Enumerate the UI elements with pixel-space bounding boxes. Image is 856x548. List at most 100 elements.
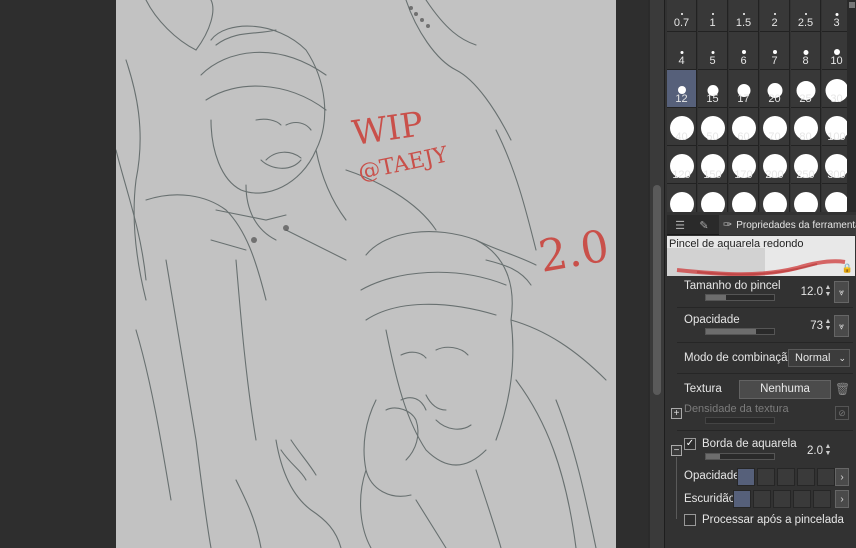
texture-density-dynamics-button[interactable]: ⊘	[835, 406, 849, 420]
version-annotation: 2.0	[535, 220, 613, 282]
artboard[interactable]: WIP @TAEJY 2.0	[116, 0, 616, 548]
brush-size-preset[interactable]: 17	[729, 70, 759, 108]
brush-size-preset[interactable]: 60	[729, 108, 759, 146]
brush-size-scroll-thumb[interactable]	[849, 2, 855, 8]
brush-dot-icon	[669, 192, 694, 212]
blend-mode-label: Modo de combinação	[684, 352, 794, 364]
brush-dot-icon	[711, 50, 714, 54]
watercolor-edge-value[interactable]: 2.0	[791, 445, 823, 457]
brush-size-preset[interactable]: 25	[791, 70, 821, 108]
brush-size-preset[interactable]: 250	[791, 146, 821, 184]
edge-darkness-step[interactable]	[773, 490, 791, 508]
brush-dot-icon	[711, 13, 714, 15]
canvas-vertical-scrollbar[interactable]	[650, 0, 664, 548]
brush-size-preset[interactable]: 6	[729, 32, 759, 70]
brush-size-preset[interactable]: 170	[729, 146, 759, 184]
canvas-scroll-thumb[interactable]	[653, 185, 661, 395]
brush-size-label: 40	[675, 131, 688, 143]
watercolor-edge-label: Borda de aquarela	[702, 438, 797, 450]
trash-icon[interactable]: 🗑	[835, 382, 850, 396]
brush-size-preset[interactable]: 70	[760, 108, 790, 146]
canvas-area[interactable]: WIP @TAEJY 2.0	[0, 0, 648, 548]
brush-size-preset[interactable]: 120	[667, 146, 697, 184]
brush-size-preset[interactable]: 2	[760, 0, 790, 32]
edge-darkness-selector[interactable]	[733, 490, 833, 508]
opacity-dynamics-button[interactable]: ⩔	[834, 315, 849, 337]
brush-dot-icon	[700, 192, 725, 212]
brush-size-preset[interactable]: 0.7	[667, 0, 697, 32]
opacity-value[interactable]: 73	[791, 320, 823, 332]
texture-select-button[interactable]: Nenhuma	[739, 380, 831, 399]
brush-size-preset[interactable]	[698, 184, 728, 212]
pen-tab-icon[interactable]: ✎	[693, 217, 715, 233]
watercolor-edge-slider[interactable]	[705, 453, 775, 460]
opacity-slider[interactable]	[705, 328, 775, 335]
app-window: WIP @TAEJY 2.0 0.7 1 1.5 2 2.5 3 4 5 6 7 8 10 12 15 17…	[0, 0, 856, 548]
brush-size-label: 8	[802, 55, 809, 67]
brush-size-preset[interactable]: 12	[667, 70, 697, 108]
edge-opacity-step[interactable]	[777, 468, 795, 486]
chevron-right-icon[interactable]: ›	[835, 490, 849, 508]
brush-dot-icon	[803, 49, 808, 55]
brush-dot-icon	[804, 13, 807, 15]
edge-darkness-step[interactable]	[813, 490, 831, 508]
brush-size-preset[interactable]	[760, 184, 790, 212]
chevron-right-icon[interactable]: ›	[835, 468, 849, 486]
brush-size-preset[interactable]: 4	[667, 32, 697, 70]
brush-size-preset[interactable]: 8	[791, 32, 821, 70]
brush-size-dynamics-button[interactable]: ⩔	[834, 281, 849, 303]
watercolor-edge-spinner[interactable]: ▲ ▼	[823, 443, 833, 459]
brush-size-slider[interactable]	[705, 294, 775, 301]
wip-annotation: WIP	[350, 104, 426, 154]
brush-dot-icon	[835, 12, 838, 16]
brush-size-label: 0.7	[673, 17, 690, 29]
brush-dot-icon	[824, 192, 849, 212]
brush-size-preset[interactable]: 1.5	[729, 0, 759, 32]
brush-dot-icon	[772, 50, 777, 54]
expand-texture-density-icon[interactable]: +	[671, 408, 682, 419]
brush-size-preset[interactable]: 5	[698, 32, 728, 70]
edge-darkness-step[interactable]	[733, 490, 751, 508]
opacity-spinner[interactable]: ▲ ▼	[823, 318, 833, 334]
brush-size-spinner[interactable]: ▲ ▼	[823, 284, 833, 300]
blend-mode-select[interactable]: Normal ⌄	[788, 349, 850, 367]
brush-size-label: Tamanho do pincel	[684, 280, 781, 292]
brush-size-value[interactable]: 12.0	[791, 286, 823, 298]
edge-darkness-step[interactable]	[793, 490, 811, 508]
brush-dot-icon	[741, 50, 746, 54]
edge-opacity-step[interactable]	[817, 468, 835, 486]
edge-darkness-step[interactable]	[753, 490, 771, 508]
edge-opacity-selector[interactable]	[737, 468, 837, 486]
brush-size-preset[interactable]: 200	[760, 146, 790, 184]
brush-size-preset[interactable]: 80	[791, 108, 821, 146]
edge-opacity-step[interactable]	[757, 468, 775, 486]
lock-icon[interactable]: 🔒	[842, 263, 853, 274]
collapse-watercolor-edge-icon[interactable]: −	[671, 445, 682, 456]
brush-size-preset[interactable]: 7	[760, 32, 790, 70]
brush-dot-icon	[762, 192, 787, 212]
brush-size-preset[interactable]: 40	[667, 108, 697, 146]
brush-size-preset[interactable]: 150	[698, 146, 728, 184]
brush-size-preset[interactable]: 2.5	[791, 0, 821, 32]
brush-size-preset[interactable]	[729, 184, 759, 212]
edge-opacity-step[interactable]	[737, 468, 755, 486]
texture-density-slider[interactable]	[705, 417, 775, 424]
brush-size-preset[interactable]: 50	[698, 108, 728, 146]
brush-size-label: 170	[734, 169, 753, 181]
tab-tool-properties[interactable]: ✑ Propriedades da ferramenta	[719, 215, 856, 235]
watercolor-edge-checkbox[interactable]: ✓	[684, 438, 696, 450]
brush-size-label: 80	[799, 131, 812, 143]
brush-size-preset[interactable]: 1	[698, 0, 728, 32]
sketch-drawing: WIP @TAEJY 2.0	[116, 0, 613, 548]
brush-size-scrollbar[interactable]	[847, 0, 856, 212]
menu-icon[interactable]: ☰	[669, 217, 691, 233]
brush-size-preset[interactable]	[791, 184, 821, 212]
process-after-checkbox[interactable]	[684, 514, 696, 526]
brush-size-preset[interactable]: 20	[760, 70, 790, 108]
edge-darkness-label: Escuridão	[684, 493, 736, 505]
edge-opacity-step[interactable]	[797, 468, 815, 486]
tab-tool-properties-label: Propriedades da ferramenta	[736, 219, 856, 231]
brush-size-preset[interactable]	[667, 184, 697, 212]
divider	[677, 430, 853, 431]
brush-size-preset[interactable]: 15	[698, 70, 728, 108]
